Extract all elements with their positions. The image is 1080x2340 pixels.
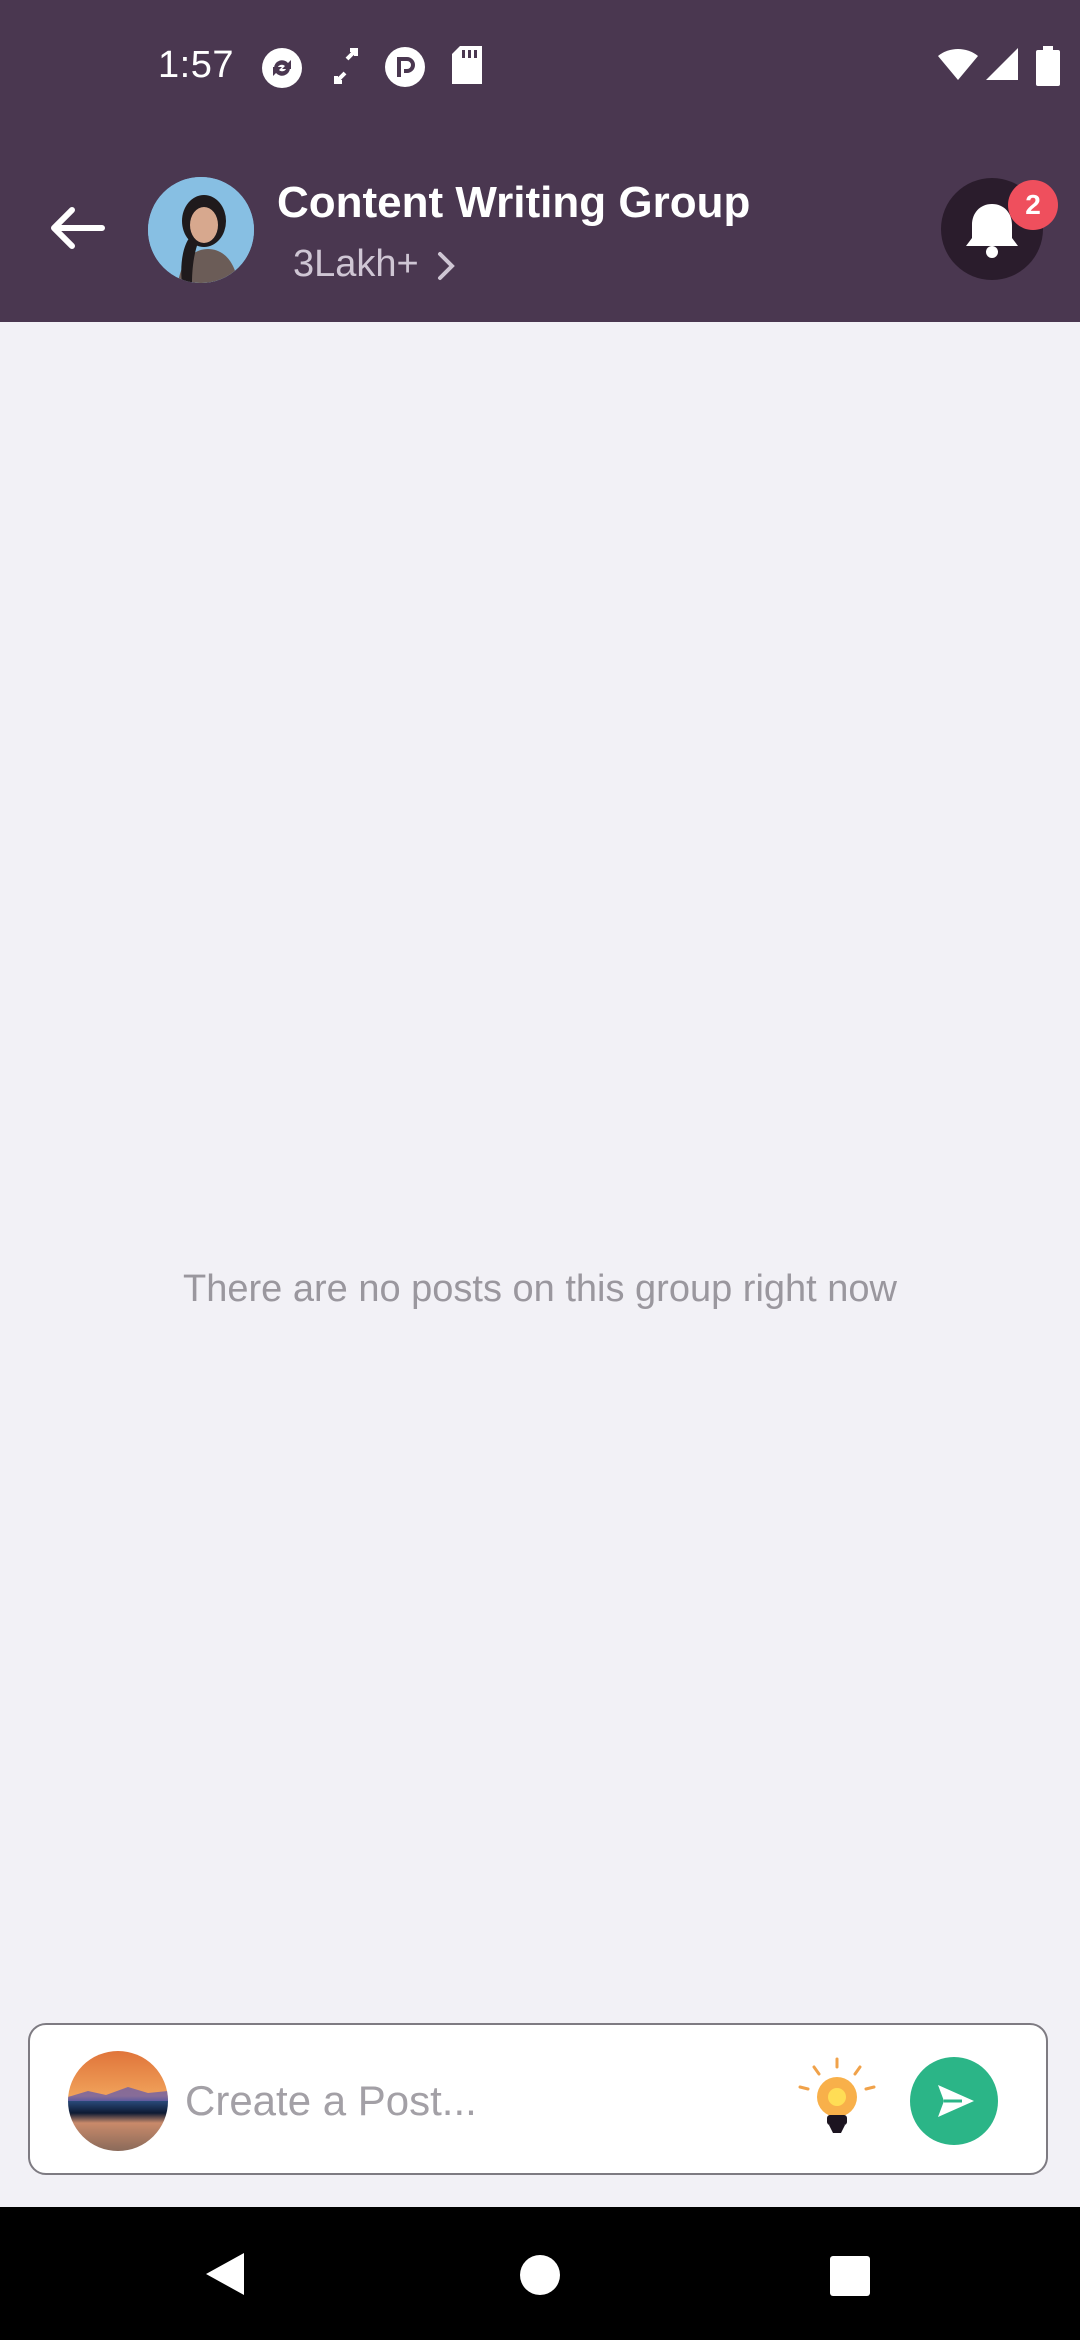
back-button[interactable] [40, 190, 116, 266]
sync-icon [262, 48, 302, 88]
group-title[interactable]: Content Writing Group [277, 178, 750, 228]
send-button[interactable] [910, 2057, 998, 2145]
empty-state-message: There are no posts on this group right n… [183, 1268, 897, 1310]
user-avatar[interactable] [68, 2051, 168, 2151]
top-bar: 1:57 Content Writing Group 3Lakh+ 2 [0, 0, 1080, 322]
battery-icon [1036, 46, 1060, 86]
post-composer[interactable] [28, 2023, 1048, 2175]
group-avatar[interactable] [148, 177, 254, 283]
notification-badge: 2 [1008, 180, 1058, 230]
system-nav-bar [0, 2207, 1080, 2340]
send-icon [938, 2085, 974, 2117]
chevron-right-icon[interactable] [432, 248, 460, 284]
member-count[interactable]: 3Lakh+ [293, 243, 419, 286]
lightbulb-icon[interactable] [792, 2055, 882, 2145]
avatar-image [148, 177, 254, 283]
nav-home-icon[interactable] [518, 2253, 562, 2297]
sd-card-icon [452, 46, 482, 84]
avatar-image [68, 2051, 168, 2151]
signal-icon [986, 48, 1018, 80]
create-post-input[interactable] [185, 2073, 785, 2129]
nav-recents-icon[interactable] [828, 2255, 872, 2297]
link-icon [334, 48, 358, 84]
pocketcasts-icon [385, 47, 425, 87]
status-time: 1:57 [158, 44, 234, 86]
wifi-icon [938, 48, 978, 80]
nav-back-icon[interactable] [200, 2249, 250, 2299]
